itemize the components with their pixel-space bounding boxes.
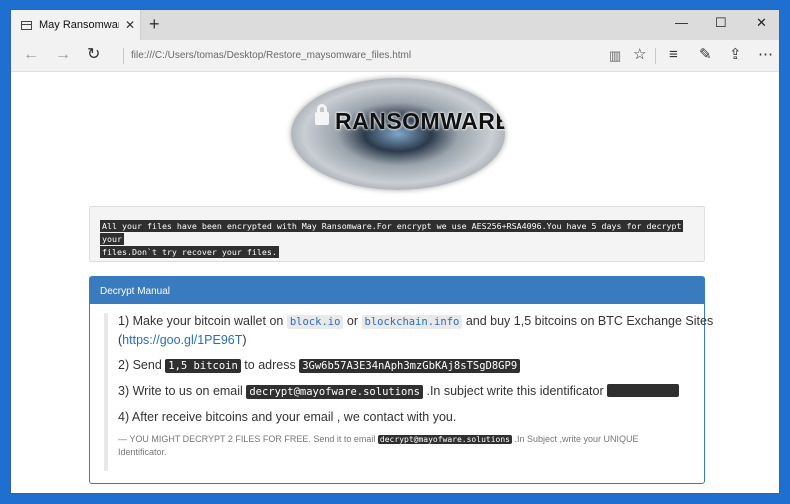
step-3: 3) Write to us on email decrypt@mayofwar… <box>118 383 694 400</box>
reading-view-icon[interactable]: ▥ <box>609 48 621 64</box>
ransomware-banner-image: RANSOMWARE <box>291 78 505 190</box>
more-icon[interactable]: ⋯ <box>758 47 773 63</box>
bitcoin-amount: 1,5 bitcoin <box>165 359 241 373</box>
page-content: RANSOMWARE All your files have been encr… <box>11 72 779 493</box>
back-icon[interactable]: ← <box>23 47 39 63</box>
lock-icon <box>315 104 329 126</box>
step-2-text: 2) Send <box>118 358 162 372</box>
title-bar: May Ransomware Decry ✕ + — ☐ ✕ <box>11 10 779 40</box>
divider <box>123 48 124 64</box>
favorite-star-icon[interactable]: ☆ <box>633 47 646 63</box>
contact-email: decrypt@mayofware.solutions <box>246 385 423 399</box>
step-2: 2) Send 1,5 bitcoin to adress 3Gw6b57A3E… <box>118 357 694 374</box>
new-tab-icon[interactable]: + <box>149 15 160 33</box>
step-4: 4) After receive bitcoins and your email… <box>118 410 457 424</box>
exchange-link[interactable]: https://goo.gl/1PE96T <box>122 333 242 347</box>
step-3-text-end: .In subject write this identificator <box>426 384 604 398</box>
close-window-icon[interactable]: ✕ <box>756 16 767 30</box>
address-bar[interactable]: file:///C:/Users/tomas/Desktop/Restore_m… <box>131 50 411 61</box>
refresh-icon[interactable]: ↻ <box>87 47 100 63</box>
web-note-icon[interactable]: ✎ <box>699 47 712 63</box>
paren-close: ) <box>242 333 247 347</box>
ransom-notice: All your files have been encrypted with … <box>89 206 705 262</box>
or-text: or <box>346 314 359 328</box>
note-text: — YOU MIGHT DECRYPT 2 FILES FOR FREE. Se… <box>118 434 376 444</box>
blockchain-info-link[interactable]: blockchain.info <box>361 315 463 329</box>
instructions-quote: 1) Make your bitcoin wallet on block.io … <box>104 313 713 471</box>
ransom-message: All your files have been encrypted with … <box>100 220 694 259</box>
step-1-text-end: and buy 1,5 bitcoins on BTC Exchange Sit… <box>465 314 714 328</box>
maximize-icon[interactable]: ☐ <box>715 16 727 30</box>
note-text-line2: Identificator. <box>118 447 167 457</box>
browser-tab[interactable]: May Ransomware Decry ✕ <box>11 10 141 40</box>
note-text-end: .In Subject ,write your UNIQUE <box>514 434 639 444</box>
identificator-redacted <box>607 384 680 397</box>
divider <box>655 48 656 64</box>
page-icon <box>21 20 32 30</box>
hub-icon[interactable]: ≡ <box>669 47 678 63</box>
ransom-message-line1: All your files have been encrypted with … <box>100 220 684 245</box>
free-decrypt-note: — YOU MIGHT DECRYPT 2 FILES FOR FREE. Se… <box>118 433 694 458</box>
browser-window: May Ransomware Decry ✕ + — ☐ ✕ ← → ↻ fil… <box>10 9 780 494</box>
step-3-text: 3) Write to us on email <box>118 384 243 398</box>
bitcoin-address: 3Gw6b57A3E34nAph3mzGbKAj8sTSgD8GP9 <box>299 359 521 373</box>
step-2-text-mid: to adress <box>244 358 296 372</box>
step-1-text: 1) Make your bitcoin wallet on <box>118 314 284 328</box>
forward-icon[interactable]: → <box>55 47 71 63</box>
address-toolbar: ← → ↻ file:///C:/Users/tomas/Desktop/Res… <box>11 40 779 72</box>
note-email: decrypt@mayofware.solutions <box>377 435 512 444</box>
tab-title: May Ransomware Decry <box>39 19 119 31</box>
minimize-icon[interactable]: — <box>675 16 688 30</box>
step-1: 1) Make your bitcoin wallet on block.io … <box>118 313 713 330</box>
block-io-link[interactable]: block.io <box>286 315 344 329</box>
step-1-link-line: (https://goo.gl/1PE96T) <box>118 332 694 348</box>
banner-text: RANSOMWARE <box>335 108 505 134</box>
tab-close-icon[interactable]: ✕ <box>125 18 135 32</box>
panel-title: Decrypt Manual <box>90 277 704 304</box>
share-icon[interactable]: ⇪ <box>729 47 742 63</box>
decrypt-manual-panel: Decrypt Manual 1) Make your bitcoin wall… <box>89 276 713 484</box>
ransom-message-line2: files.Don`t try recover your files. <box>100 246 279 258</box>
